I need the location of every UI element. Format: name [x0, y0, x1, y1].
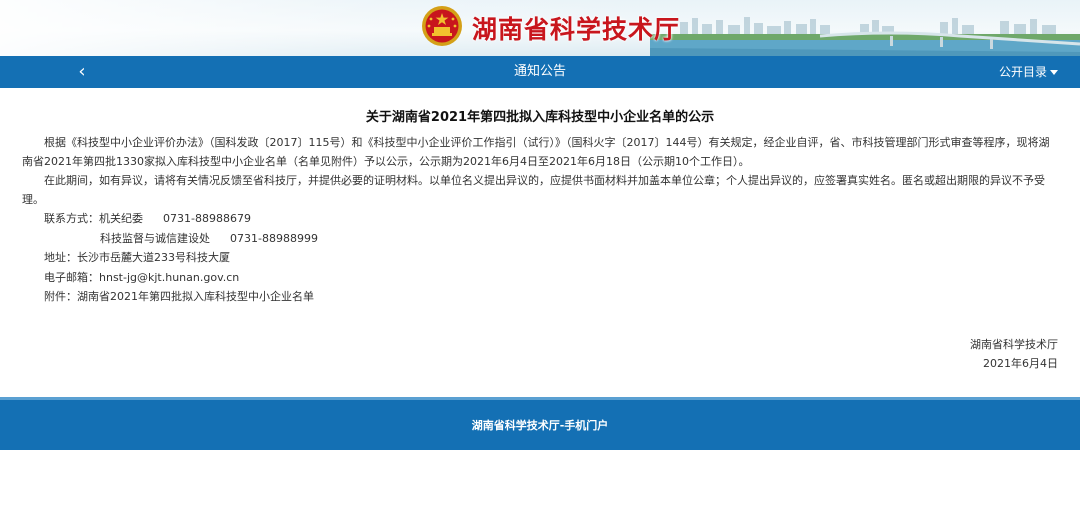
- contact-dept-2: 科技监督与诚信建设处: [100, 231, 210, 245]
- national-emblem-logo: [422, 6, 462, 46]
- email-line: 电子邮箱：hnst-jg@kjt.hunan.gov.cn: [44, 270, 240, 284]
- paragraph-basis: 根据《科技型中小企业评价办法》（国科发政〔2017〕115号）和《科技型中小企业…: [22, 136, 1050, 168]
- footer-text[interactable]: 湖南省科学技术厅-手机门户: [472, 419, 609, 432]
- article-title: 关于湖南省2021年第四批拟入库科技型中小企业名单的公示: [365, 110, 715, 125]
- signature-org: 湖南省科学技术厅: [970, 337, 1058, 351]
- directory-menu-button[interactable]: 公开目录: [999, 56, 1058, 88]
- directory-menu-label: 公开目录: [998, 65, 1047, 79]
- signature-block: 湖南省科学技术厅 2021年6月4日: [22, 335, 1058, 373]
- site-name-logo: 湖南省科学技术厅: [472, 15, 681, 44]
- contact-dept-1: 机关纪委: [99, 212, 143, 225]
- contact-label: 联系方式：: [44, 212, 99, 225]
- top-navbar: ‹ 通知公告 公开目录: [0, 56, 1080, 88]
- caret-down-icon: [1050, 70, 1058, 75]
- page-title: 通知公告: [513, 64, 566, 79]
- chevron-left-icon: ‹: [78, 61, 86, 82]
- contact-phone-1: 0731-88988679: [163, 212, 251, 225]
- signature-date: 2021年6月4日: [983, 356, 1058, 370]
- header-banner: 湖南省科学技术厅: [0, 0, 1080, 56]
- contact-line-2: 科技监督与诚信建设处 0731-88988999: [22, 229, 1058, 249]
- attachment-link[interactable]: 附件：湖南省2021年第四批拟入库科技型中小企业名单: [22, 287, 1058, 307]
- back-button[interactable]: ‹: [70, 56, 94, 88]
- article-body: 关于湖南省2021年第四批拟入库科技型中小企业名单的公示 根据《科技型中小企业评…: [0, 106, 1080, 373]
- footer-bar: 湖南省科学技术厅-手机门户: [0, 397, 1080, 450]
- paragraph-objection: 在此期间，如有异议，请将有关情况反馈至省科技厅，并提供必要的证明材料。以单位名义…: [22, 174, 1045, 206]
- contact-phone-2: 0731-88988999: [230, 231, 318, 245]
- contact-line-1: 联系方式：机关纪委 0731-88988679: [22, 209, 1058, 229]
- address-line: 地址：长沙市岳麓大道233号科技大厦: [44, 251, 230, 264]
